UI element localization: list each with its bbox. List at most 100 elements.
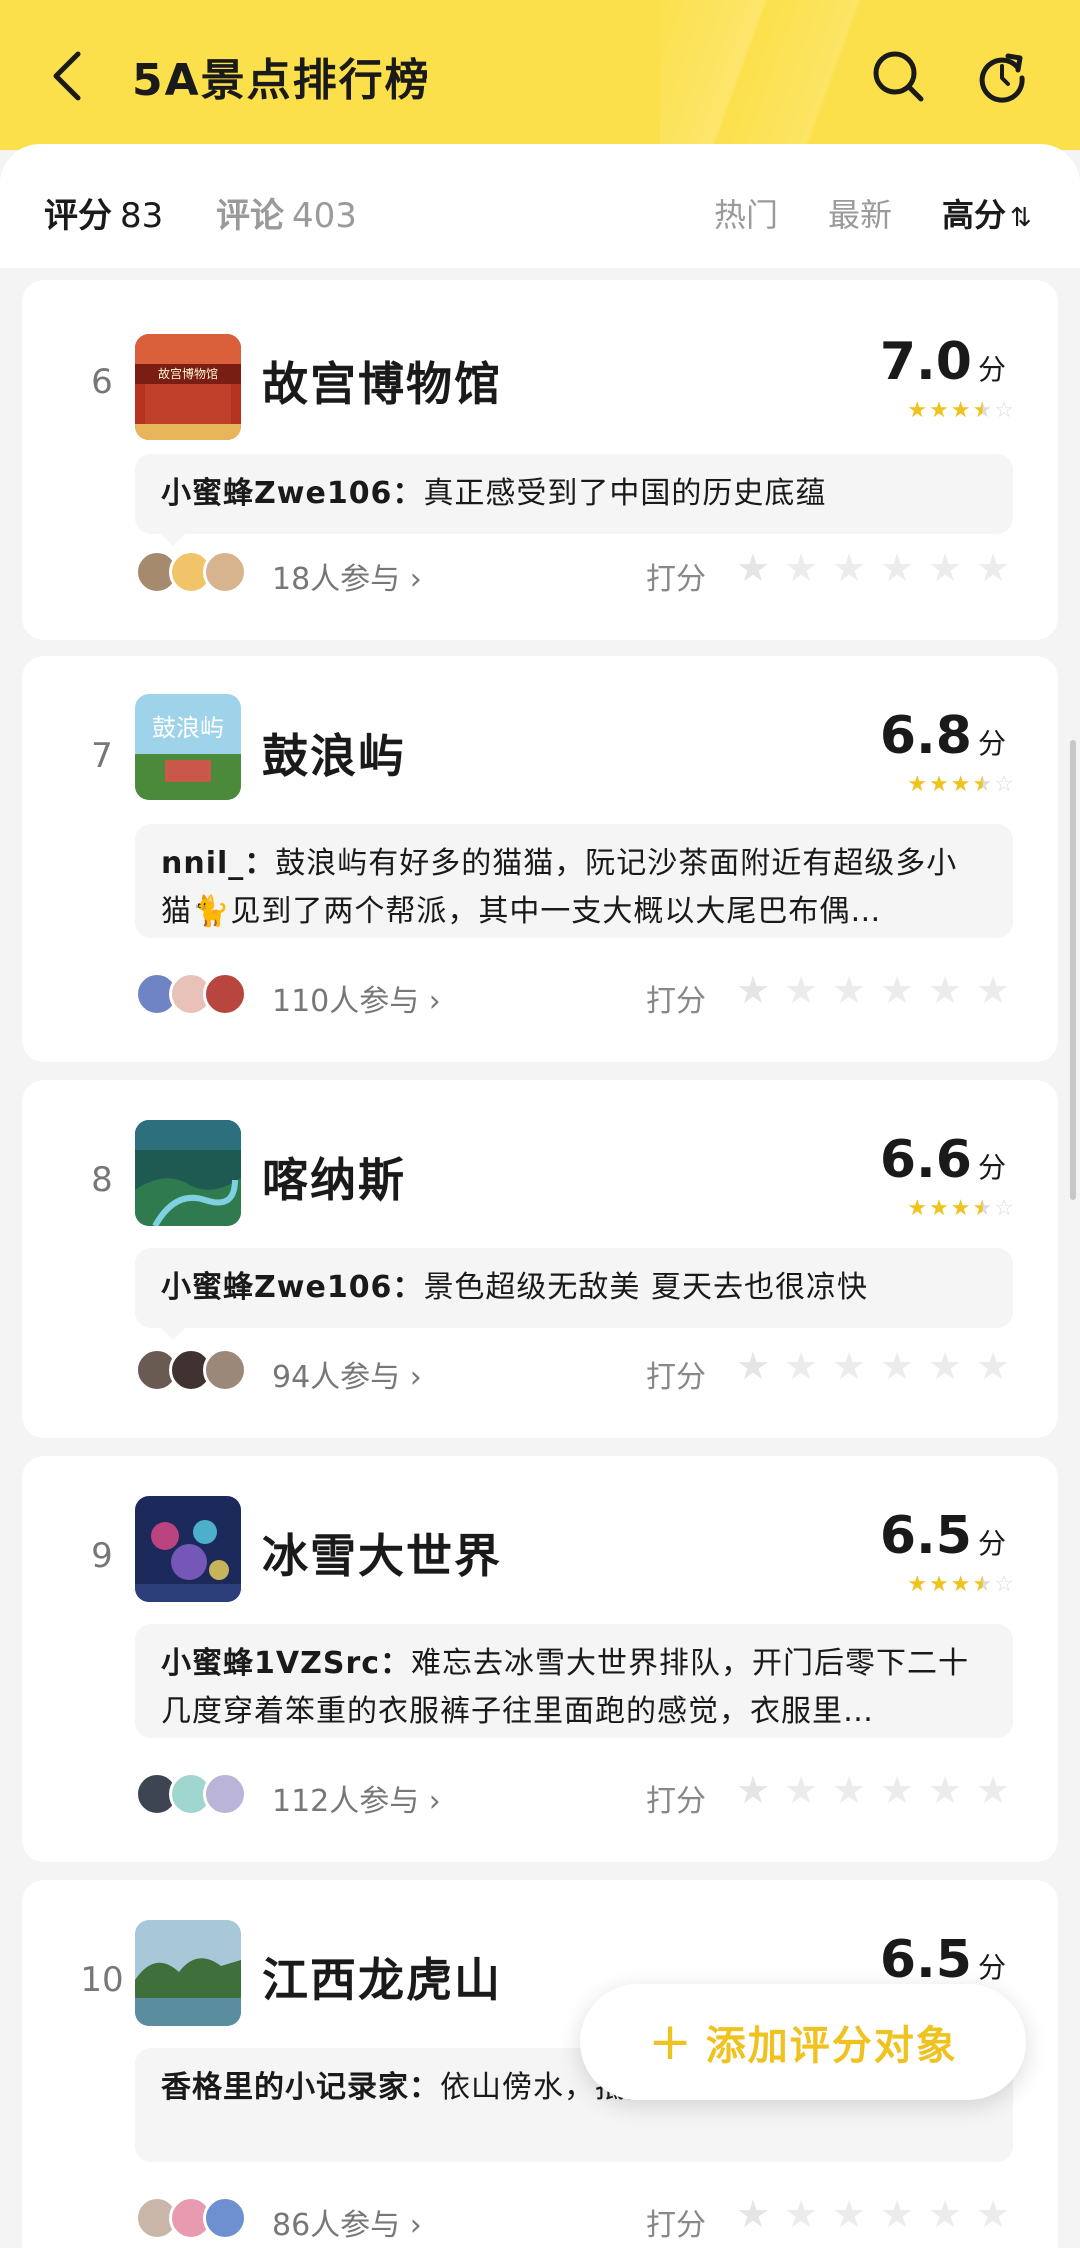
refresh-button[interactable] bbox=[974, 48, 1030, 104]
ranking-card[interactable]: 6 故宫博物馆 故宫博物馆 7.0 分 ★ ★ ★ ★ ☆ 小蜜蜂Zwe106：真… bbox=[22, 280, 1058, 640]
thumbnail bbox=[135, 1920, 241, 2026]
star-icon: ★ bbox=[907, 1196, 928, 1221]
rate-half-star-icon[interactable]: ★ bbox=[734, 1770, 772, 1810]
rate-star-icon[interactable]: ★ bbox=[926, 970, 964, 1010]
sort-hot[interactable]: 热门 bbox=[714, 190, 778, 236]
participants-link[interactable]: 112人参与 › bbox=[272, 1776, 441, 1820]
star-icon: ★ bbox=[950, 1196, 971, 1221]
average-stars: ★ ★ ★ ★ ☆ bbox=[907, 1198, 1014, 1220]
rate-label: 打分 bbox=[646, 1360, 706, 1395]
rate-star-icon[interactable]: ★ bbox=[830, 548, 868, 588]
rate-star-icon[interactable]: ★ bbox=[782, 1770, 820, 1810]
participants-link[interactable]: 110人参与 › bbox=[272, 976, 441, 1020]
rate-stars[interactable]: ★ ★ ★ ★ ★ ★ bbox=[734, 970, 1012, 1010]
rate-star-icon[interactable]: ★ bbox=[782, 548, 820, 588]
score-unit: 分 bbox=[977, 1527, 1006, 1560]
top-comment[interactable]: 小蜜蜂Zwe106：真正感受到了中国的历史底蕴 bbox=[135, 454, 1013, 546]
star-icon: ★ bbox=[907, 398, 928, 423]
rate-half-star-icon[interactable]: ★ bbox=[734, 1346, 772, 1386]
top-comment[interactable]: nnil_：鼓浪屿有好多的猫猫，阮记沙茶面附近有超级多小猫🐈见到了两个帮派，其中… bbox=[135, 824, 1013, 938]
svg-text:鼓浪屿: 鼓浪屿 bbox=[152, 714, 224, 742]
thumbnail: 故宫博物馆 bbox=[135, 334, 241, 440]
ranking-card[interactable]: 9 冰雪大世界 6.5 分 ★ ★ ★ ★ ☆ 小蜜蜂1VZSrc：难忘去冰雪大世… bbox=[22, 1456, 1058, 1862]
participant-avatars[interactable] bbox=[135, 2196, 247, 2240]
sort-toggle-icon: ⇅ bbox=[1010, 203, 1032, 233]
ranking-card[interactable]: 8 喀纳斯 6.6 分 ★ ★ ★ ★ ☆ 小蜜蜂Zwe106：景色超级无敌美 夏… bbox=[22, 1080, 1058, 1438]
comment-author: 小蜜蜂1VZSrc： bbox=[161, 1646, 412, 1681]
participant-avatars[interactable] bbox=[135, 1348, 247, 1392]
rate-stars[interactable]: ★ ★ ★ ★ ★ ★ bbox=[734, 1770, 1012, 1810]
score-value: 7.0 bbox=[879, 332, 972, 392]
rate-star-icon[interactable]: ★ bbox=[782, 2194, 820, 2234]
chevron-left-icon bbox=[53, 51, 81, 101]
scrollbar[interactable] bbox=[1070, 740, 1076, 1200]
rate-stars[interactable]: ★ ★ ★ ★ ★ ★ bbox=[734, 2194, 1012, 2234]
rate-half-star-icon[interactable]: ★ bbox=[734, 548, 772, 588]
rank-number: 7 bbox=[91, 736, 113, 776]
participants-link[interactable]: 18人参与 › bbox=[272, 554, 422, 598]
star-icon: ★ bbox=[950, 398, 971, 423]
rate-star-icon[interactable]: ★ bbox=[878, 970, 916, 1010]
star-icon: ★ bbox=[929, 1572, 949, 1597]
star-icon: ★ bbox=[950, 772, 971, 797]
rate-stars[interactable]: ★ ★ ★ ★ ★ ★ bbox=[734, 548, 1012, 588]
star-empty-icon: ☆ bbox=[994, 1196, 1014, 1221]
rate-star-icon[interactable]: ★ bbox=[926, 2194, 964, 2234]
score-unit: 分 bbox=[977, 1151, 1006, 1184]
attraction-score: 6.8 分 bbox=[880, 706, 1006, 766]
rate-star-icon[interactable]: ★ bbox=[974, 1770, 1012, 1810]
rate-half-star-icon[interactable]: ★ bbox=[734, 2194, 772, 2234]
comments-tab[interactable]: 评论 403 bbox=[216, 188, 357, 237]
rate-half-star-icon[interactable]: ★ bbox=[734, 970, 772, 1010]
avatar bbox=[203, 972, 247, 1016]
rate-label: 打分 bbox=[646, 984, 706, 1019]
rate-star-icon[interactable]: ★ bbox=[974, 1346, 1012, 1386]
half-star-icon: ★ bbox=[972, 1572, 993, 1597]
ranking-card[interactable]: 7 鼓浪屿 鼓浪屿 6.8 分 ★ ★ ★ ★ ☆ nnil_：鼓浪屿有好多的猫猫… bbox=[22, 656, 1058, 1062]
app-header: 5A景点排行榜 bbox=[0, 0, 1080, 150]
rate-star-icon[interactable]: ★ bbox=[974, 2194, 1012, 2234]
rate-star-icon[interactable]: ★ bbox=[974, 970, 1012, 1010]
star-icon: ★ bbox=[929, 772, 949, 797]
rate-stars[interactable]: ★ ★ ★ ★ ★ ★ bbox=[734, 1346, 1012, 1386]
back-button[interactable] bbox=[46, 48, 90, 104]
comment-text: 鼓浪屿有好多的猫猫，阮记沙茶面附近有超级多小猫🐈见到了两个帮派，其中一支大概以大… bbox=[161, 846, 958, 929]
average-stars: ★ ★ ★ ★ ☆ bbox=[907, 774, 1014, 796]
score-value: 6.6 bbox=[879, 1130, 972, 1190]
rate-star-icon[interactable]: ★ bbox=[830, 1770, 868, 1810]
score-tab-label: 评分 bbox=[44, 196, 112, 236]
top-comment[interactable]: 小蜜蜂Zwe106：景色超级无敌美 夏天去也很凉快 bbox=[135, 1248, 1013, 1340]
rate-star-icon[interactable]: ★ bbox=[878, 1346, 916, 1386]
rate-star-icon[interactable]: ★ bbox=[782, 970, 820, 1010]
participants-link[interactable]: 86人参与 › bbox=[272, 2200, 422, 2244]
score-value: 6.5 bbox=[879, 1506, 972, 1566]
rate-star-icon[interactable]: ★ bbox=[878, 548, 916, 588]
comment-text: 景色超级无敌美 夏天去也很凉快 bbox=[423, 1270, 868, 1305]
rate-star-icon[interactable]: ★ bbox=[926, 1770, 964, 1810]
star-empty-icon: ☆ bbox=[994, 1572, 1014, 1597]
rate-star-icon[interactable]: ★ bbox=[830, 970, 868, 1010]
add-rating-target-button[interactable]: + 添加评分对象 bbox=[580, 1984, 1026, 2100]
participant-avatars[interactable] bbox=[135, 550, 247, 594]
comments-tab-count: 403 bbox=[292, 196, 357, 236]
top-comment[interactable]: 小蜜蜂1VZSrc：难忘去冰雪大世界排队，开门后零下二十几度穿着笨重的衣服裤子往… bbox=[135, 1624, 1013, 1738]
search-button[interactable] bbox=[870, 48, 926, 104]
star-empty-icon: ☆ bbox=[994, 398, 1014, 423]
rate-star-icon[interactable]: ★ bbox=[878, 1770, 916, 1810]
average-stars: ★ ★ ★ ★ ☆ bbox=[907, 400, 1014, 422]
rate-star-icon[interactable]: ★ bbox=[830, 2194, 868, 2234]
rate-star-icon[interactable]: ★ bbox=[830, 1346, 868, 1386]
rate-star-icon[interactable]: ★ bbox=[782, 1346, 820, 1386]
rate-star-icon[interactable]: ★ bbox=[926, 548, 964, 588]
participant-avatars[interactable] bbox=[135, 1772, 247, 1816]
participant-avatars[interactable] bbox=[135, 972, 247, 1016]
rate-star-icon[interactable]: ★ bbox=[926, 1346, 964, 1386]
search-icon bbox=[873, 51, 924, 102]
sort-high-score[interactable]: 高分 ⇅ bbox=[942, 190, 1032, 236]
sort-newest[interactable]: 最新 bbox=[828, 190, 892, 236]
rate-star-icon[interactable]: ★ bbox=[878, 2194, 916, 2234]
rate-star-icon[interactable]: ★ bbox=[974, 548, 1012, 588]
score-tab[interactable]: 评分 83 bbox=[44, 188, 163, 237]
rate-label: 打分 bbox=[646, 2208, 706, 2243]
participants-link[interactable]: 94人参与 › bbox=[272, 1352, 422, 1396]
